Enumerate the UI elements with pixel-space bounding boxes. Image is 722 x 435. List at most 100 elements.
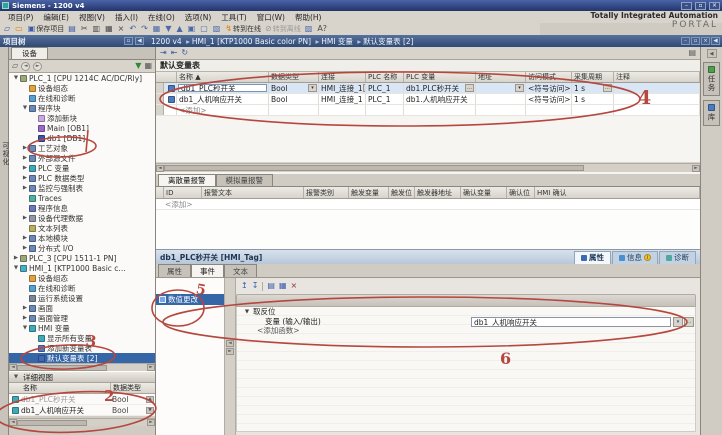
details-col-type[interactable]: 数据类型 [111,383,155,393]
tree-item[interactable]: ▶ PLC 数据类型 [9,173,155,183]
subtab-events[interactable]: 事件 [191,264,224,277]
scroll-left-icon[interactable]: ◄ [156,165,164,172]
tree-expand-icon[interactable]: ▶ [21,305,29,311]
go-offline-button[interactable]: ⊘ 转到离线 [264,24,302,34]
tree-item[interactable]: 添加新变量表 [9,343,155,353]
start-cpu-icon[interactable]: ▣ [187,24,198,34]
collapse-right-panel-icon[interactable]: ◀ [707,49,717,58]
scroll-up-icon[interactable]: ▲ [146,396,154,403]
column-header[interactable]: 确认变量 [461,187,507,198]
tree-expand-icon[interactable]: ▶ [21,215,29,221]
tree-item[interactable]: Main [OB1] [9,123,155,133]
function-collapse-icon[interactable]: ▼ [243,309,251,315]
redo-icon[interactable]: ↷ [140,24,150,34]
menu-item[interactable]: 在线(O) [143,12,180,23]
move-down-icon[interactable]: ↧ [252,282,259,290]
details-col-name[interactable]: 名称 [9,383,111,393]
tag-row[interactable]: db1_PLC秒开关 Bool▾ HMI_连接_1… PLC_1 db1.PLC… [156,83,700,94]
find-replace-icon[interactable]: A? [316,24,329,34]
tag-row[interactable]: db1_人机响应开关 Bool HMI_连接_1 PLC_1 db1.人机响应开… [156,94,700,105]
datatype-picker-icon[interactable]: ▾ [308,84,317,92]
copy-icon[interactable]: ▥ [92,24,103,34]
delete-icon[interactable]: × [117,24,127,34]
go-online-button[interactable]: ↯ 转到在线 [224,24,262,34]
details-row[interactable]: db1_PLC秒开关 Bool ▲ [9,394,155,405]
menu-item[interactable]: 帮助(H) [290,12,327,23]
print-icon[interactable]: ▤ [67,24,78,34]
scroll-right-icon[interactable]: ► [147,419,155,426]
menu-item[interactable]: 视图(V) [74,12,110,23]
tree-expand-icon[interactable]: ▶ [21,245,29,251]
breadcrumb-item[interactable]: HMI 变量 [321,36,361,47]
tree-expand-icon[interactable]: ▶ [21,145,29,151]
column-header[interactable]: 触发位 [389,187,415,198]
details-view-header[interactable]: ▼ 详细视图 [9,371,155,383]
tab-info[interactable]: 信息 i [612,251,658,264]
scroll-left-icon[interactable]: ◄ [9,419,17,426]
breadcrumb-item[interactable]: 默认变量表 [2] [363,36,414,47]
tree-expand-icon[interactable]: ▶ [21,185,29,191]
column-header[interactable]: PLC 名称 [366,72,404,82]
refresh-icon[interactable]: ↻ [181,49,188,57]
tree-item[interactable]: ▶ PLC_3 [CPU 1511-1 PN] [9,253,155,263]
tree-item[interactable]: 程序信息 [9,203,155,213]
column-header[interactable]: 地址 [476,72,526,82]
tree-item[interactable]: ▶ 画面 [9,303,155,313]
tree-expand-icon[interactable]: ▶ [12,255,20,261]
upload-icon[interactable]: ▲ [176,24,185,34]
menu-item[interactable]: 项目(P) [3,12,38,23]
add-function-row[interactable]: <添加函数> [237,326,695,336]
menu-item[interactable]: 编辑(E) [38,12,74,23]
tree-item[interactable]: 设备组态 [9,83,155,93]
details-row[interactable]: db1_人机响应开关 Bool ▼ [9,405,155,416]
tree-item[interactable]: ▼ HMI_1 [KTP1000 Basic c... [9,263,155,273]
menu-item[interactable]: 窗口(W) [252,12,290,23]
address-dropdown-icon[interactable]: ▾ [515,84,524,92]
tree-expand-icon[interactable]: ▶ [21,175,29,181]
new-item-icon[interactable]: ▱ [12,62,18,70]
column-header[interactable]: 访问模式 [526,72,572,82]
column-header[interactable]: ID [164,187,202,198]
tree-item[interactable]: ▼ HMI 变量 [9,323,155,333]
nav-back-icon[interactable]: ◄ [21,62,30,71]
editor-minimize-icon[interactable]: – [681,37,690,45]
tree-expand-icon[interactable]: ▼ [21,105,29,111]
tree-expand-icon[interactable]: ▶ [21,155,29,161]
column-header[interactable]: 报警类别 [304,187,349,198]
tab-discrete-alarms[interactable]: 离散量报警 [158,174,216,186]
column-header[interactable]: 数据类型 [269,72,319,82]
tree-item[interactable]: ▶ 工艺对象 [9,143,155,153]
tree-item[interactable]: 文本列表 [9,223,155,233]
tree-item[interactable]: db1 [DB1] [9,133,155,143]
breadcrumb-item[interactable]: HMI_1 [KTP1000 Basic color PN] [192,37,319,46]
editor-restore-icon[interactable]: ▫ [691,37,700,45]
undo-icon[interactable]: ↶ [128,24,138,34]
add-row-icon[interactable]: ⇥ [160,49,167,57]
tag-add-row[interactable]: <添加> [156,105,700,116]
tree-item[interactable]: ▼ 程序块 [9,103,155,113]
compile-icon[interactable]: ▦ [152,24,163,34]
details-hscrollbar[interactable]: ◄ ► [9,418,155,426]
move-up-icon[interactable]: ↥ [241,282,248,290]
filter-icon[interactable]: ▦ [144,62,152,70]
tree-item[interactable]: 在线和诊断 [9,283,155,293]
crossref-icon[interactable]: ▧ [212,24,223,34]
expand-all-icon[interactable]: ▤ [267,282,275,290]
tree-item[interactable]: ▶ PLC 变量 [9,163,155,173]
column-header[interactable]: 报警文本 [202,187,304,198]
vertical-tab-libraries[interactable]: 库 [703,100,720,126]
tree-expand-icon[interactable]: ▶ [21,315,29,321]
paste-icon[interactable]: ▦ [104,24,115,34]
nav-forward-icon[interactable]: ► [33,62,42,71]
minimize-button[interactable]: – [681,2,692,10]
menu-item[interactable]: 选项(N) [180,12,216,23]
tree-expand-icon[interactable]: ▼ [12,75,20,81]
column-header[interactable]: 触发器地址 [415,187,461,198]
column-header[interactable]: 注释 [614,72,700,82]
function-param-value-field[interactable]: db1_人机响应开关 [471,317,671,327]
tree-expand-icon[interactable]: ▼ [12,265,20,271]
cut-icon[interactable]: ✂ [80,24,90,34]
scroll-right-icon[interactable]: ► [147,364,155,371]
tree-item[interactable]: 在线和诊断 [9,93,155,103]
cycle-browse-icon[interactable]: … [603,84,612,92]
